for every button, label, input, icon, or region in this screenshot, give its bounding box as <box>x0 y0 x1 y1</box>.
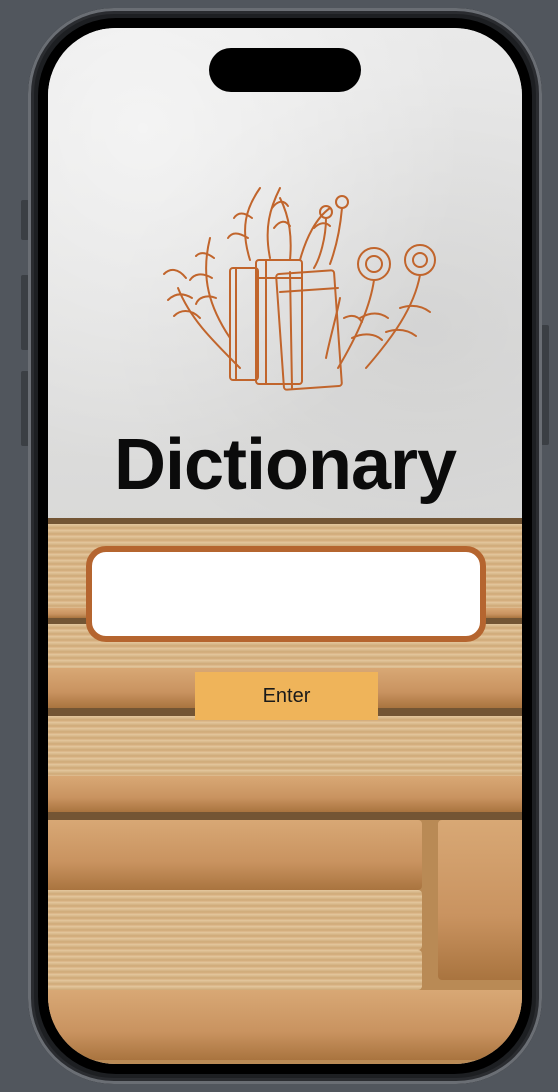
phone-frame: Dictionary Enter <box>28 8 542 1084</box>
simulator-stage: Dictionary Enter <box>0 0 558 1092</box>
enter-button[interactable]: Enter <box>195 672 378 720</box>
books-with-flowers-icon <box>163 187 436 391</box>
page-title: Dictionary <box>113 425 457 505</box>
word-input[interactable] <box>92 552 480 636</box>
app-screen: Dictionary Enter <box>48 28 522 1064</box>
dynamic-island <box>209 48 361 92</box>
phone-bezel: Dictionary Enter <box>38 18 532 1074</box>
search-field[interactable] <box>86 546 486 642</box>
power-button <box>541 325 549 445</box>
